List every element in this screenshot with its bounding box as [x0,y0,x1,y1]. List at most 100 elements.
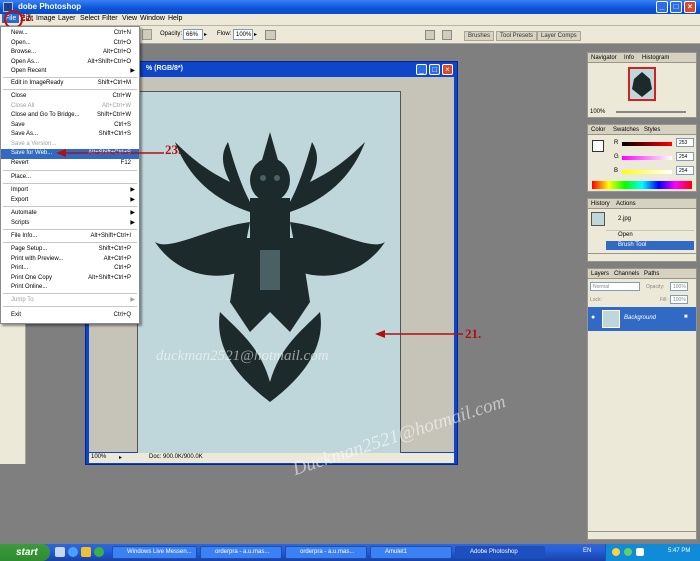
menu-item-print-online[interactable]: Print Online... [1,283,139,293]
quicklaunch-messenger-icon[interactable] [94,547,104,557]
file-browser-icon[interactable] [425,30,435,40]
menu-item-open[interactable]: Open... Ctrl+O [1,39,139,49]
navigator-zoom[interactable]: 100% [590,109,605,115]
tab-paths[interactable]: Paths [644,271,659,277]
menu-item-export[interactable]: Export ▶ [1,196,139,206]
menu-layer[interactable]: Layer [58,15,76,22]
menu-item-close[interactable]: Close Ctrl+W [1,92,139,102]
document-title: % (RGB/8*) [146,65,183,72]
g-value[interactable]: 254 [676,152,694,161]
navigator-zoom-slider[interactable] [616,111,686,113]
tray-speaker-icon[interactable] [612,548,620,556]
tray-network-icon[interactable] [624,548,632,556]
eye-icon[interactable]: ● [591,314,595,321]
history-snapshot-thumbnail[interactable] [591,212,605,226]
menu-help[interactable]: Help [168,15,182,22]
menu-select[interactable]: Select [80,15,99,22]
tab-channels[interactable]: Channels [614,271,639,277]
chevron-right-icon[interactable]: ▸ [119,454,122,461]
menu-item-file-info[interactable]: File Info... Alt+Shift+Ctrl+I [1,232,139,242]
menu-item-exit[interactable]: Exit Ctrl+Q [1,311,139,321]
menu-item-save-as[interactable]: Save As... Shift+Ctrl+S [1,130,139,140]
r-value[interactable]: 253 [676,138,694,147]
navigator-thumbnail[interactable] [628,67,656,101]
minimize-button[interactable]: _ [656,1,668,13]
menu-item-edit-in-imageready[interactable]: Edit in ImageReady Shift+Ctrl+M [1,79,139,89]
menu-item-open-as[interactable]: Open As... Alt+Shift+Ctrl+O [1,58,139,68]
quicklaunch-desktop-icon[interactable] [55,547,65,557]
airbrush-icon[interactable] [265,30,276,40]
history-step-brush-tool[interactable]: Brush Tool [606,241,694,250]
menu-window[interactable]: Window [140,15,165,22]
fill-field[interactable]: 100% [670,295,688,304]
brush-preset-dropdown[interactable] [142,29,152,40]
tray-messenger-icon[interactable] [636,548,644,556]
menu-item-save[interactable]: Save Ctrl+S [1,121,139,131]
canvas-watermark: duckman2521@hotmail.com [156,348,329,364]
layer-opacity-field[interactable]: 100% [670,282,688,291]
menu-item-import[interactable]: Import ▶ [1,186,139,196]
menu-item-automate[interactable]: Automate ▶ [1,209,139,219]
history-step-open[interactable]: Open [606,230,694,239]
menu-item-browse[interactable]: Browse... Alt+Ctrl+O [1,48,139,58]
menu-item-revert[interactable]: Revert F12 [1,159,139,169]
doc-minimize-button[interactable]: _ [416,64,427,75]
close-button[interactable]: × [684,1,696,13]
maximize-button[interactable]: □ [670,1,682,13]
menu-item-print-with-preview[interactable]: Print with Preview... Alt+Ctrl+P [1,255,139,265]
tab-brushes[interactable]: Brushes [464,31,495,41]
menu-item-scripts[interactable]: Scripts ▶ [1,219,139,229]
tab-tool-presets[interactable]: Tool Presets [496,31,538,41]
layer-row-background[interactable]: ● Background ■ [588,307,696,331]
tab-color[interactable]: Color [591,127,605,133]
submenu-arrow-icon: ▶ [130,210,135,216]
tab-navigator[interactable]: Navigator [591,55,617,61]
tab-styles[interactable]: Styles [644,127,660,133]
task-orderpra-2[interactable]: orderpra - a.u.mas... [285,546,367,559]
history-snapshot-name[interactable]: 2.jpg [618,216,631,222]
menu-item-print-one-copy[interactable]: Print One Copy Alt+Shift+Ctrl+P [1,274,139,284]
menu-filter[interactable]: Filter [102,15,118,22]
flow-field[interactable]: 100% [233,29,253,40]
menu-image[interactable]: Image [36,15,55,22]
tab-info[interactable]: Info [624,55,634,61]
b-value[interactable]: 254 [676,166,694,175]
doc-maximize-button[interactable]: □ [429,64,440,75]
menu-item-page-setup[interactable]: Page Setup... Shift+Ctrl+P [1,245,139,255]
menu-item-close-go-bridge[interactable]: Close and Go To Bridge... Shift+Ctrl+W [1,111,139,121]
tab-actions[interactable]: Actions [616,201,636,207]
b-slider[interactable] [622,170,672,174]
tab-history[interactable]: History [591,201,610,207]
b-label: B [614,168,619,174]
menu-item-open-recent[interactable]: Open Recent ▶ [1,67,139,77]
tab-histogram[interactable]: Histogram [642,55,669,61]
tab-layers[interactable]: Layers [591,271,609,277]
chevron-right-icon[interactable]: ▸ [254,31,257,38]
menu-item-place[interactable]: Place... [1,173,139,183]
clock[interactable]: 5:47 PM [668,548,690,554]
foreground-color-swatch[interactable] [592,140,604,152]
task-windows-live-messenger[interactable]: Windows Live Messen... [112,546,197,559]
start-button[interactable]: start [0,544,50,561]
blend-mode-select[interactable]: Normal [590,282,640,291]
tab-swatches[interactable]: Swatches [613,127,639,133]
quicklaunch-explorer-icon[interactable] [81,547,91,557]
opacity-field[interactable]: 66% [183,29,203,40]
menu-item-new[interactable]: New... Ctrl+N [1,29,139,39]
system-tray: 5:47 PM [605,544,700,561]
language-indicator[interactable]: EN [583,548,591,554]
r-slider[interactable] [622,142,672,146]
zoom-level[interactable]: 100% [91,454,106,460]
task-adobe-photoshop[interactable]: Adobe Photoshop [455,546,545,559]
menu-view[interactable]: View [122,15,137,22]
chevron-down-icon[interactable]: ▸ [204,31,207,38]
tab-layer-comps[interactable]: Layer Comps [537,31,581,41]
task-orderpra-1[interactable]: orderpra - a.u.mas... [200,546,282,559]
doc-close-button[interactable]: × [442,64,453,75]
g-slider[interactable] [622,156,672,160]
quicklaunch-ie-icon[interactable] [68,547,78,557]
task-amulet1[interactable]: Amulet1 [370,546,452,559]
color-ramp[interactable] [592,181,692,189]
menu-item-print[interactable]: Print... Ctrl+P [1,264,139,274]
palette-well-icon[interactable] [442,30,452,40]
